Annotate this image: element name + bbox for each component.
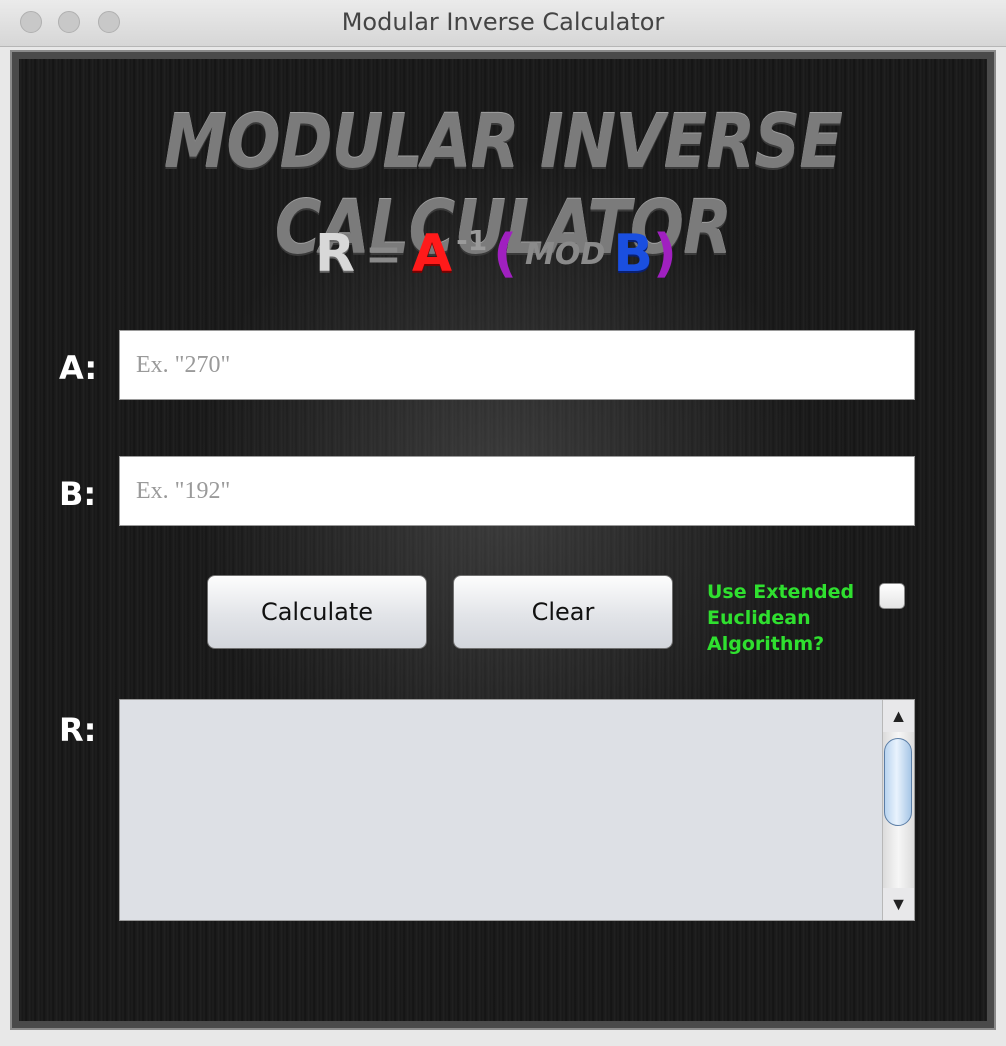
scroll-track[interactable] (883, 732, 914, 888)
clear-button[interactable]: Clear (453, 575, 673, 649)
scroll-thumb[interactable] (884, 738, 912, 826)
result-scrollbar[interactable]: ▲ ▼ (882, 700, 914, 920)
formula-r: R (315, 224, 356, 284)
calculate-button[interactable]: Calculate (207, 575, 427, 649)
content-frame: MODULAR INVERSE CALCULATOR R = A -1 ( MO… (10, 50, 996, 1030)
b-label: B: (59, 475, 97, 513)
scroll-up-arrow-icon[interactable]: ▲ (883, 702, 914, 730)
a-input[interactable] (119, 330, 915, 400)
extended-euclidean-label: Use Extended Euclidean Algorithm? (707, 581, 855, 655)
r-label: R: (59, 711, 97, 749)
scroll-down-arrow-icon[interactable]: ▼ (883, 890, 914, 918)
app-window: Modular Inverse Calculator MODULAR INVER… (0, 0, 1006, 1046)
window-title: Modular Inverse Calculator (341, 8, 665, 36)
formula-open-paren: ( (493, 224, 518, 284)
title-bar[interactable]: Modular Inverse Calculator (0, 0, 1006, 47)
formula-equals: = (365, 228, 402, 280)
formula-banner: R = A -1 ( MOD B ) (315, 224, 677, 284)
formula-b: B (613, 224, 653, 284)
result-textarea[interactable]: ▲ ▼ (119, 699, 915, 921)
extended-euclidean-checkbox[interactable] (879, 583, 905, 609)
b-input[interactable] (119, 456, 915, 526)
formula-a: A (411, 224, 453, 284)
result-text (130, 708, 874, 912)
calculator-panel: MODULAR INVERSE CALCULATOR R = A -1 ( MO… (19, 59, 987, 1021)
formula-close-paren: ) (652, 224, 677, 284)
formula-mod: MOD (525, 236, 606, 272)
a-label: A: (59, 349, 98, 387)
formula-exponent: -1 (456, 224, 488, 257)
